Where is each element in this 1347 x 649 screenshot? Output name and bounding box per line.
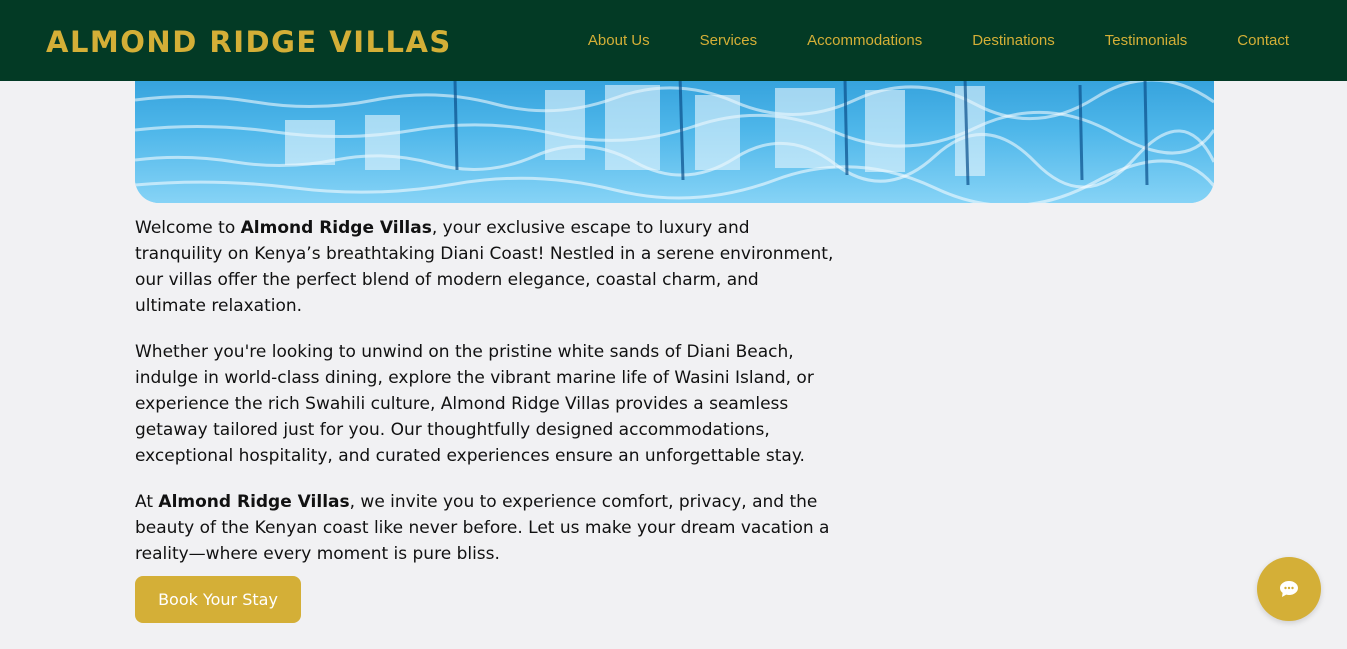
intro-text: At: [135, 492, 159, 512]
brand-name-bold: Almond Ridge Villas: [158, 492, 350, 512]
nav-link-testimonials[interactable]: Testimonials: [1105, 29, 1188, 53]
site-logo[interactable]: ALMOND RIDGE VILLAS: [46, 22, 452, 62]
main-nav: About Us Services Accommodations Destina…: [538, 29, 1289, 53]
intro-paragraph-1: Welcome to Almond Ridge Villas, your exc…: [135, 215, 835, 319]
intro-content: Welcome to Almond Ridge Villas, your exc…: [135, 215, 835, 587]
nav-link-contact[interactable]: Contact: [1237, 29, 1289, 53]
nav-link-services[interactable]: Services: [700, 29, 758, 53]
book-your-stay-button[interactable]: Book Your Stay: [135, 576, 301, 623]
chat-bubble-icon: [1280, 581, 1298, 597]
intro-text: Welcome to: [135, 218, 241, 238]
intro-paragraph-2: Whether you're looking to unwind on the …: [135, 342, 814, 466]
nav-link-accommodations[interactable]: Accommodations: [807, 29, 922, 53]
brand-name-bold: Almond Ridge Villas: [240, 218, 432, 238]
hero-pool-image: [135, 60, 1214, 203]
nav-link-about-us[interactable]: About Us: [588, 29, 650, 53]
site-header: ALMOND RIDGE VILLAS About Us Services Ac…: [0, 0, 1347, 81]
intro-paragraph-3: At Almond Ridge Villas, we invite you to…: [135, 489, 835, 567]
chat-button[interactable]: [1257, 557, 1321, 621]
nav-link-destinations[interactable]: Destinations: [972, 29, 1055, 53]
